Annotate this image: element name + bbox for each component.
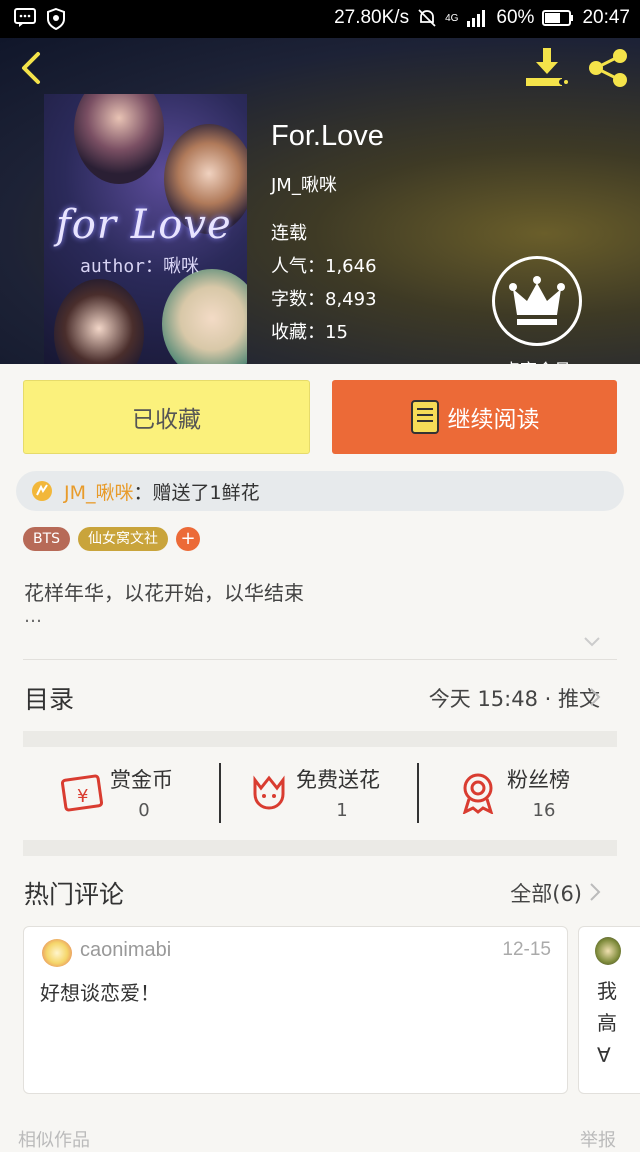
add-tag-button[interactable]: + (176, 527, 201, 551)
section-band (23, 840, 617, 856)
message-icon (14, 8, 36, 27)
book-icon (410, 400, 439, 434)
clock: 20:47 (582, 7, 630, 28)
hot-comments-title: 热门评论 (24, 880, 125, 909)
section-band (23, 731, 617, 747)
comment-date: 12-15 (502, 939, 551, 960)
book-cover[interactable]: for Love author：啾咪 (44, 94, 247, 364)
favorites-row: 收藏：15 (271, 322, 348, 343)
free-flower-label: 免费送花 (296, 768, 380, 792)
book-title: For.Love (271, 120, 384, 152)
cover-author: author：啾咪 (80, 256, 200, 277)
tag-list: BTS 仙女窝文社 + (23, 527, 201, 551)
free-flower[interactable]: 免费送花 1 (221, 748, 417, 838)
mute-icon (418, 9, 436, 27)
red-envelope-yen-icon: ¥ (61, 774, 104, 812)
share-icon[interactable] (586, 48, 630, 88)
battery-percent: 60% (496, 7, 535, 28)
fan-ranking[interactable]: 粉丝榜 16 (419, 748, 617, 838)
gift-user[interactable]: JM_啾咪 (64, 478, 134, 505)
vip-button[interactable] (492, 256, 582, 346)
avatar[interactable] (595, 937, 621, 965)
divider (23, 659, 617, 660)
ribbon-badge-icon (462, 773, 494, 814)
vip-label: 点亮会员 (494, 356, 580, 364)
catalog-update[interactable]: 今天 15:48 · 推文 (429, 683, 600, 713)
book-header: for Love author：啾咪 For.Love JM_啾咪 连载 人气：… (0, 38, 640, 364)
catalog-title[interactable]: 目录 (24, 680, 74, 716)
continue-reading-label: 继续阅读 (447, 407, 540, 433)
signal-icon (467, 10, 486, 27)
gift-flower-icon (32, 481, 52, 501)
gift-text: ：赠送了1鲜花 (133, 481, 260, 504)
comment-text: 好想谈恋爱！ (40, 981, 160, 1005)
stats-row: ¥ 赏金币 0 免费送花 1 粉丝榜 16 (23, 748, 617, 838)
book-description: 花样年华，以花开始，以华结束 (24, 581, 304, 605)
flower-icon (253, 775, 285, 810)
fan-ranking-label: 粉丝榜 (507, 768, 570, 792)
all-comments-label: 全部(6) (510, 882, 582, 906)
description-ellipsis: … (24, 606, 42, 627)
words-row: 字数：8,493 (271, 289, 377, 310)
comment-user[interactable]: caonimabi (80, 939, 171, 962)
catalog-chevron-icon[interactable] (588, 686, 602, 708)
all-comments-link[interactable]: 全部(6) (510, 878, 582, 908)
book-info: For.Love JM_啾咪 连载 人气：1,646 字数：8,493 收藏：1… (271, 120, 384, 349)
comment-card[interactable]: 我高∀ (578, 926, 640, 1094)
svg-text:¥: ¥ (77, 786, 88, 807)
fan-ranking-value: 16 (532, 800, 556, 821)
book-state: 连载 (271, 223, 307, 244)
free-flower-value: 1 (336, 800, 348, 821)
network-type: 4G (445, 12, 459, 24)
words-value: 8,493 (325, 289, 377, 310)
comment-text: 我高∀ (597, 979, 617, 1067)
report-link[interactable]: 举报 (580, 1126, 616, 1152)
collected-button[interactable]: 已收藏 (23, 380, 310, 454)
tag-bts[interactable]: BTS (23, 527, 71, 551)
popularity-row: 人气：1,646 (271, 256, 377, 277)
similar-works-title: 相似作品 (18, 1130, 90, 1151)
catalog-update-text: 今天 15:48 · 推文 (428, 687, 600, 711)
favorites-value: 15 (325, 322, 348, 343)
crown-icon (509, 276, 565, 325)
network-speed: 27.80K/s (334, 7, 410, 28)
battery-icon (542, 10, 574, 26)
reward-coins-value: 0 (138, 800, 150, 821)
comment-card[interactable]: caonimabi 12-15 好想谈恋爱！ (23, 926, 568, 1094)
expand-chevron-icon[interactable] (583, 636, 601, 648)
tag-fairy-club[interactable]: 仙女窝文社 (78, 527, 169, 551)
gift-banner[interactable]: JM_啾咪 ：赠送了1鲜花 (16, 471, 624, 511)
cover-title: for Love (56, 202, 232, 248)
all-comments-chevron-icon[interactable] (588, 881, 602, 903)
popularity-value: 1,646 (325, 256, 377, 277)
reward-coins-label: 赏金币 (110, 768, 173, 792)
status-bar: 27.80K/s 4G 60% 20:47 (0, 0, 640, 38)
reward-coins[interactable]: ¥ 赏金币 0 (23, 748, 219, 838)
shield-icon (47, 8, 65, 30)
back-arrow-icon[interactable] (14, 50, 50, 86)
download-icon[interactable] (524, 46, 570, 88)
avatar[interactable] (42, 939, 72, 967)
continue-reading-button[interactable]: 继续阅读 (332, 380, 617, 454)
book-author[interactable]: JM_啾咪 (271, 171, 384, 197)
